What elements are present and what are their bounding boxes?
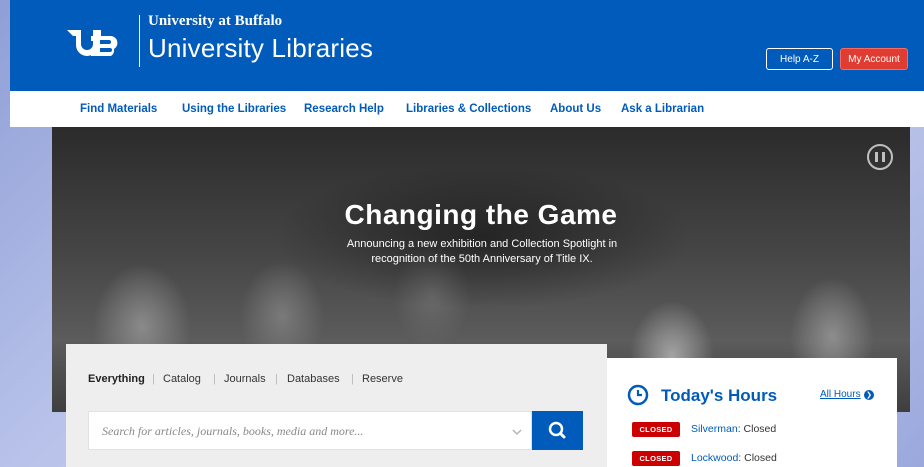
main-nav: Find Materials Using the Libraries Resea… [10,91,924,127]
status-badge: CLOSED [632,451,680,466]
hero-subtitle: Announcing a new exhibition and Collecti… [346,238,618,265]
library-link-lockwood[interactable]: Lockwood [691,452,738,464]
nav-libraries-collections[interactable]: Libraries & Collections [406,103,531,115]
clock-icon [627,384,649,406]
search-input[interactable]: Search for articles, journals, books, me… [88,411,532,450]
arrow-right-icon[interactable]: ❯ [864,390,874,400]
tab-separator: | [213,373,216,385]
hours-title: Today's Hours [661,386,778,405]
library-hours-row: Lockwood: Closed [691,452,777,464]
tab-everything[interactable]: Everything [88,373,145,385]
help-a-z-button[interactable]: Help A-Z [766,48,833,70]
logo-divider [139,15,140,67]
chevron-down-icon[interactable] [512,427,522,437]
search-icon [548,421,566,439]
nav-using-the-libraries[interactable]: Using the Libraries [182,103,286,115]
library-link-silverman[interactable]: Silverman [691,423,738,435]
my-account-button[interactable]: My Account [840,48,908,70]
todays-hours-panel: Today's Hours All Hours ❯ CLOSED Silverm… [607,358,897,467]
nav-about-us[interactable]: About Us [550,103,601,115]
tab-separator: | [275,373,278,385]
library-hours-row: Silverman: Closed [691,423,776,435]
search-placeholder: Search for articles, journals, books, me… [102,424,364,438]
nav-find-materials[interactable]: Find Materials [80,103,157,115]
ub-logo-icon[interactable] [65,28,127,56]
library-state: : Closed [738,452,777,464]
site-header: University at Buffalo University Librari… [10,0,924,91]
status-badge: CLOSED [632,422,680,437]
tab-reserve[interactable]: Reserve [362,373,403,385]
pause-icon[interactable] [867,144,893,170]
all-hours-link[interactable]: All Hours [820,389,861,400]
nav-research-help[interactable]: Research Help [304,103,384,115]
tab-databases[interactable]: Databases [287,373,340,385]
library-name[interactable]: University Libraries [148,33,373,64]
university-name[interactable]: University at Buffalo [148,13,282,30]
search-button[interactable] [532,411,583,450]
tab-journals[interactable]: Journals [224,373,266,385]
nav-ask-a-librarian[interactable]: Ask a Librarian [621,103,704,115]
tab-separator: | [152,373,155,385]
library-state: : Closed [737,423,777,435]
search-panel: Everything | Catalog | Journals | Databa… [66,344,607,467]
tab-catalog[interactable]: Catalog [163,373,201,385]
hero-title[interactable]: Changing the Game [52,199,910,231]
tab-separator: | [351,373,354,385]
